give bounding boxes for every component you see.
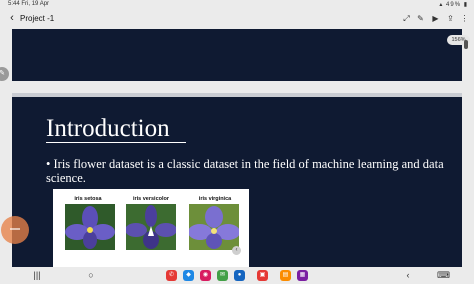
status-bar: 5:44 Fri, 19 Apr ▴ 49% ▮ [0,0,474,9]
phone-app-icon[interactable]: ✆ [166,270,177,281]
expand-icon[interactable]: ⤢ [402,14,411,23]
slideshow-icon[interactable]: ▶ [431,14,440,23]
files-app-icon[interactable]: ▤ [280,270,291,281]
iris-setosa-photo [65,204,115,250]
caption-setosa: iris setosa [74,196,102,202]
status-icons: ▴ 49% ▮ [439,2,468,8]
title-underline [46,142,186,143]
navigation-bar: ||| ○ ‹ ⌨ ✆ ◆ ◉ ✉ ● ▣ ▤ ▦ [0,267,474,284]
document-title: Project -1 [20,14,55,23]
keyboard-icon[interactable]: ⌨ [437,270,450,281]
collapse-arrow-icon[interactable]: ‹ [232,246,241,255]
more-icon[interactable]: ⋮ [460,14,469,23]
gallery-app-icon[interactable]: ▣ [257,270,268,281]
chat-app-icon[interactable]: ● [234,270,245,281]
bullet-text: • Iris flower dataset is a classic datas… [46,157,444,185]
caption-versicolor: iris versicolor [132,196,170,202]
notes-app-icon[interactable]: ▦ [297,270,308,281]
edit-icon[interactable]: ✎ [416,14,425,23]
slide-introduction[interactable]: Introduction • Iris flower dataset is a … [12,93,462,267]
home-icon[interactable]: ○ [85,270,97,281]
scrollbar-thumb[interactable] [464,40,468,49]
iris-versicolor-photo [126,204,176,250]
store-app-icon[interactable]: ◆ [183,270,194,281]
menu-icon[interactable]: ||| [31,270,43,281]
share-icon[interactable]: ⇪ [446,14,455,23]
floating-touch-button[interactable] [1,216,29,244]
app-toolbar: ‹ Project -1 ⤢ ✎ ▶ ⇪ ⋮ [0,9,474,29]
camera-app-icon[interactable]: ◉ [200,270,211,281]
slide-canvas[interactable]: Introduction • Iris flower dataset is a … [12,29,462,267]
messages-app-icon[interactable]: ✉ [217,270,228,281]
slide-thumbnail-previous[interactable] [12,29,462,81]
caption-virginica: iris virginica [198,196,232,202]
back-arrow-icon[interactable]: ‹ [6,12,18,25]
iris-virginica-photo [189,204,239,250]
iris-species-figure: iris setosa iris versicolor iris virgini… [53,189,249,267]
back-nav-icon[interactable]: ‹ [402,270,414,281]
slide-title: Introduction [46,115,170,142]
edge-panel-handle-icon[interactable]: ✎ [0,67,9,81]
status-time: 5:44 Fri, 19 Apr [8,1,50,7]
